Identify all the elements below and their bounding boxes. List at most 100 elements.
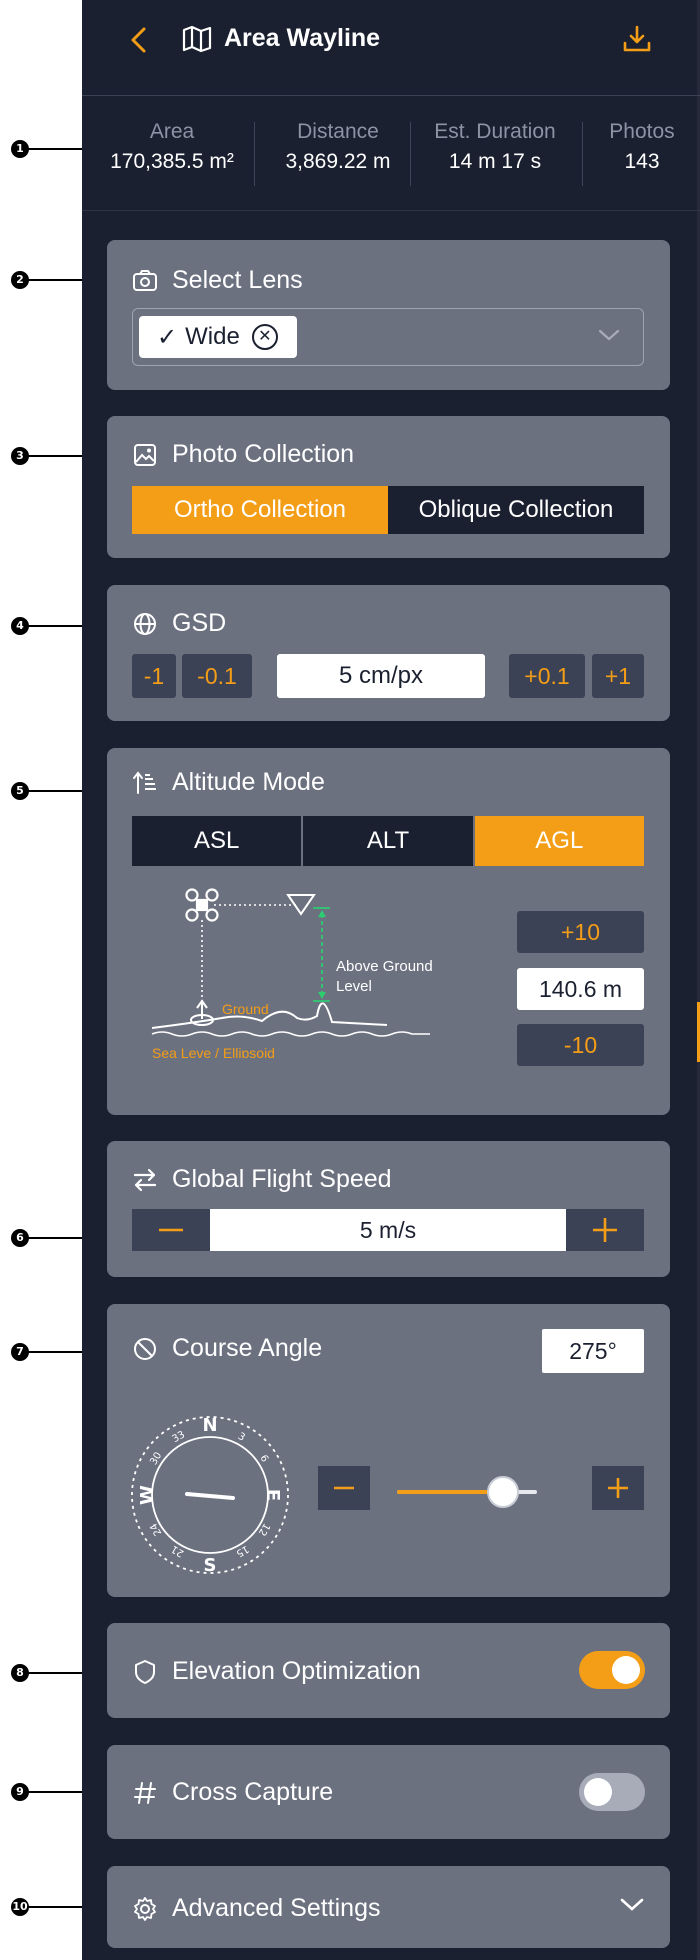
callout-number: 5 [11,782,29,800]
top-bar: Area Wayline [82,0,700,96]
lens-select[interactable]: ✓ Wide ✕ [132,308,644,366]
asl-button[interactable]: ASL [132,816,302,866]
card-header: Global Flight Speed [132,1165,392,1194]
minus-icon [159,1228,183,1232]
hash-icon [134,1781,156,1804]
speed-input[interactable]: 5 m/s [210,1209,566,1251]
check-icon: ✓ [157,323,178,351]
heading-needle [185,1492,235,1500]
card-title: Cross Capture [172,1778,334,1806]
callout-number: 2 [11,271,29,289]
compass-n: N [202,1415,217,1436]
ortho-collection-button[interactable]: Ortho Collection [132,486,388,534]
course-angle-input[interactable]: 275° [542,1329,644,1373]
card-header: Elevation Optimization [132,1657,421,1686]
gsd-input[interactable]: 5 cm/px [277,654,485,698]
chevron-down-icon [598,329,620,341]
oblique-collection-button[interactable]: Oblique Collection [388,486,644,534]
speed-decrease-button[interactable] [132,1209,210,1251]
card-header: Course Angle [132,1334,322,1363]
swap-arrows-icon [133,1168,157,1191]
agl-button[interactable]: AGL [474,816,644,866]
card-header: Photo Collection [132,440,354,469]
card-title: Altitude Mode [172,768,325,796]
card-header: Altitude Mode [132,768,325,797]
cross-capture-card: Cross Capture [107,1745,670,1839]
globe-icon [134,612,156,635]
gsd-minus-1-button[interactable]: -1 [132,654,176,698]
callout-number: 10 [11,1898,29,1916]
title-group: Area Wayline [182,24,380,53]
cross-capture-toggle[interactable] [579,1773,645,1811]
ground-label: Ground [222,1001,269,1017]
photo-collection-card: Photo Collection Ortho Collection Obliqu… [107,416,670,558]
shield-icon [135,1659,155,1684]
area-wayline-panel: Area Wayline Area 170,385.5 m² Distance … [82,0,700,1960]
stat-label: Est. Duration [434,120,556,143]
stat-value: 170,385.5 m² [110,150,234,173]
stat-label: Distance [297,120,379,143]
select-lens-card: Select Lens ✓ Wide ✕ [107,240,670,390]
back-button[interactable] [126,26,152,59]
altitude-icon [133,770,156,794]
toggle-knob [612,1656,640,1684]
plus-icon [593,1218,617,1242]
elevation-optimization-toggle[interactable] [579,1651,645,1689]
card-title: Global Flight Speed [172,1165,392,1193]
advanced-settings-card[interactable]: Advanced Settings [107,1866,670,1948]
stat-duration: Est. Duration 14 m 17 s [415,120,575,174]
card-title: Elevation Optimization [172,1657,421,1685]
gsd-card: GSD -1 -0.1 5 cm/px +0.1 +1 [107,585,670,721]
compass-tick: 6 [257,1453,270,1464]
lens-chip-label: Wide [185,323,240,350]
agl-diagram: Above Ground Level Ground Sea Leve / Ell… [151,888,433,1058]
stat-value: 143 [624,150,660,173]
card-header: Advanced Settings [132,1894,380,1923]
altitude-mode-toggle: ASL ALT AGL [132,816,644,866]
gsd-plus-1-button[interactable]: +1 [592,654,644,698]
callout-number: 7 [11,1343,29,1361]
agl-label-line1: Above Ground [336,958,433,975]
alt-button[interactable]: ALT [303,816,473,866]
drone-icon [185,888,219,922]
course-angle-card: Course Angle 275° N S E W 3 6 12 15 21 2… [107,1304,670,1597]
stat-label: Photos [609,120,675,143]
download-icon [623,25,651,52]
chevron-down-icon [620,1898,644,1911]
compass-s: S [204,1555,217,1576]
callout-number: 4 [11,617,29,635]
sea-level-label: Sea Leve / Ellipsoid [152,1045,275,1058]
stat-area: Area 170,385.5 m² [102,120,242,174]
clear-icon[interactable]: ✕ [251,324,278,350]
image-icon [134,443,156,466]
compass-tick: 21 [169,1543,186,1559]
compass-dial[interactable]: N S E W 3 6 12 15 21 24 30 33 [127,1412,293,1578]
card-title: Photo Collection [172,440,355,468]
course-increase-button[interactable] [592,1466,644,1510]
card-title: GSD [172,609,227,637]
altitude-plus-10-button[interactable]: +10 [517,911,644,953]
card-title: Advanced Settings [172,1894,381,1922]
course-decrease-button[interactable] [318,1466,370,1510]
altitude-input[interactable]: 140.6 m [517,968,644,1010]
stat-photos: Photos 143 [592,120,692,174]
lens-chip[interactable]: ✓ Wide ✕ [139,316,297,358]
speed-increase-button[interactable] [566,1209,644,1251]
callout-number: 6 [11,1229,29,1247]
page-title: Area Wayline [224,24,381,52]
target-marker-icon [286,894,316,916]
gear-icon [134,1896,156,1921]
slash-circle-icon [134,1337,156,1360]
download-button[interactable] [622,24,652,59]
gsd-minus-0-1-button[interactable]: -0.1 [182,654,252,698]
elevation-optimization-card: Elevation Optimization [107,1623,670,1718]
compass-e: E [262,1489,283,1501]
altitude-minus-10-button[interactable]: -10 [517,1024,644,1066]
agl-arrow-icon [313,907,330,1002]
plus-icon [608,1478,628,1498]
compass-w: W [137,1485,158,1505]
course-slider-handle[interactable] [487,1476,519,1508]
stats-row: Area 170,385.5 m² Distance 3,869.22 m Es… [82,110,700,194]
gsd-plus-0-1-button[interactable]: +0.1 [509,654,585,698]
divider [82,210,700,211]
